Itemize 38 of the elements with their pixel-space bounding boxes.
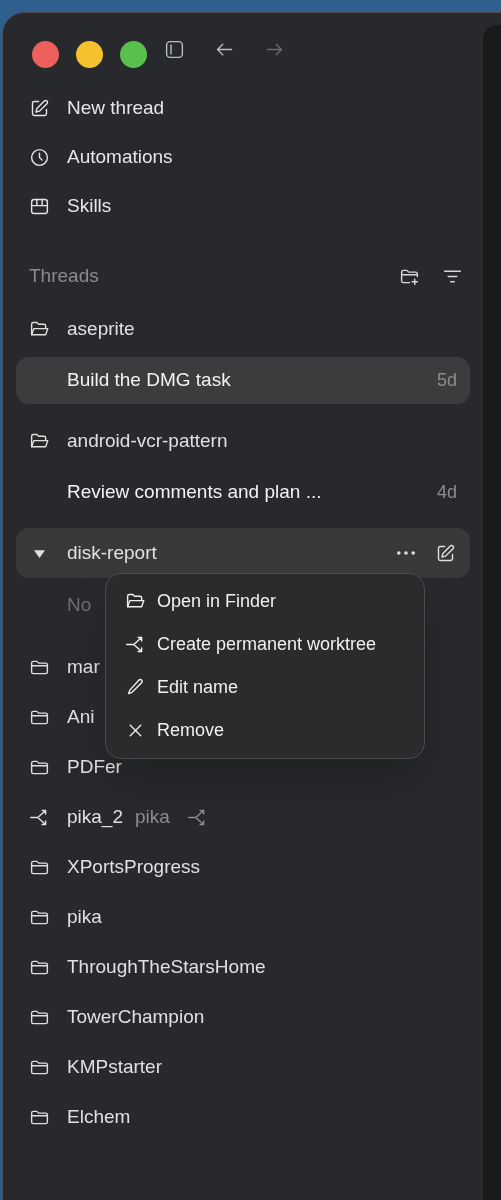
thread-age: 5d xyxy=(436,369,457,392)
nav-item[interactable]: Automations xyxy=(3,137,483,177)
project-name[interactable]: pika xyxy=(67,902,102,932)
project-name[interactable]: pika_2 xyxy=(67,802,123,832)
thread-title: Review comments and plan ... xyxy=(67,480,322,505)
thread-row[interactable]: Review comments and plan ... 4d xyxy=(16,469,470,516)
minimize-window-button[interactable] xyxy=(76,41,103,68)
project-name: disk-report xyxy=(67,540,157,565)
project-row[interactable]: disk-report xyxy=(16,528,470,578)
thread-age: 4d xyxy=(436,481,457,504)
project-name[interactable]: KMPstarter xyxy=(67,1052,163,1082)
zoom-window-button[interactable] xyxy=(120,41,147,68)
close-window-button[interactable] xyxy=(32,41,59,68)
empty-text: No xyxy=(67,592,92,617)
more-icon xyxy=(397,551,415,555)
sidebar-icon xyxy=(164,39,185,60)
clock-icon xyxy=(29,146,50,168)
menu-item[interactable]: Create permanent worktree xyxy=(125,623,405,666)
menu-item[interactable]: Edit name xyxy=(125,666,405,709)
project-name[interactable]: mar xyxy=(67,652,100,682)
branch-name: pika xyxy=(135,804,170,829)
sidebar-toggle-button[interactable] xyxy=(164,39,185,60)
compose-icon xyxy=(29,97,50,119)
project-name[interactable]: aseprite xyxy=(67,314,135,344)
project-name[interactable]: TowerChampion xyxy=(67,1002,205,1032)
project-name[interactable]: PDFer xyxy=(67,752,122,782)
project-name[interactable]: Elchem xyxy=(67,1102,131,1132)
menu-item[interactable]: Remove xyxy=(125,709,405,752)
project-name[interactable]: Ani xyxy=(67,702,95,732)
project-name[interactable]: XPortsProgress xyxy=(67,852,201,882)
section-title: Threads xyxy=(29,263,99,288)
nav-item[interactable]: Skills xyxy=(3,186,483,226)
menu-item[interactable]: Open in Finder xyxy=(125,580,405,623)
project-name[interactable]: ThroughTheStarsHome xyxy=(67,952,266,982)
thread-title: Build the DMG task xyxy=(67,368,231,393)
project-name[interactable]: android-vcr-pattern xyxy=(67,426,228,456)
nav-item[interactable]: New thread xyxy=(3,88,483,128)
thread-row[interactable]: Build the DMG task 5d xyxy=(16,357,470,404)
